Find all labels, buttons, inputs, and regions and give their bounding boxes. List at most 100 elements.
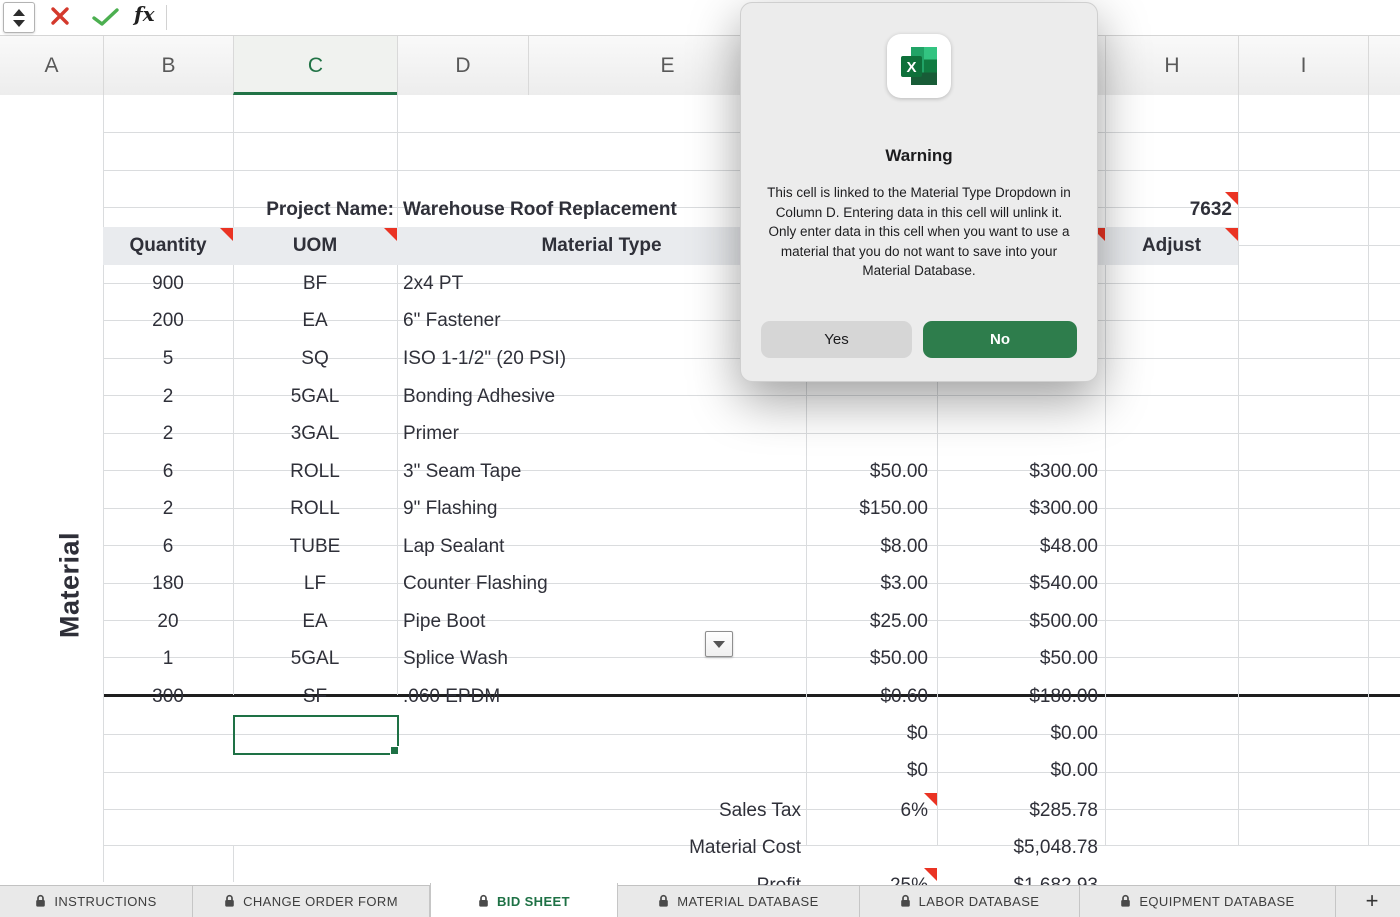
accept-entry-icon[interactable] <box>92 7 120 32</box>
qty-cell[interactable]: 5 <box>103 340 233 378</box>
tab-change-order-form[interactable]: CHANGE ORDER FORM <box>193 886 430 917</box>
unit-cost-cell[interactable]: $50.00 <box>806 453 928 491</box>
qty-cell[interactable]: 300 <box>103 678 233 716</box>
unit-cost-cell[interactable]: $25.00 <box>806 603 928 641</box>
unit-cost-cell[interactable]: $0.60 <box>806 678 928 716</box>
material-cell[interactable]: 2x4 PT <box>403 265 737 303</box>
uom-cell[interactable]: EA <box>233 603 397 641</box>
column-header-a[interactable]: A <box>0 36 103 95</box>
summary-amount[interactable]: $285.78 <box>937 792 1098 830</box>
uom-cell[interactable]: ROLL <box>233 490 397 528</box>
add-sheet-button[interactable]: + <box>1352 886 1392 917</box>
header-quantity[interactable]: Quantity <box>103 227 233 265</box>
project-name-label-cell[interactable]: Project Name: <box>233 191 394 229</box>
unit-cost-cell[interactable]: $3.00 <box>806 565 928 603</box>
qty-cell[interactable]: 20 <box>103 603 233 641</box>
unit-cost-cell[interactable]: $0 <box>806 715 928 753</box>
qty-cell[interactable]: 2 <box>103 378 233 416</box>
no-button[interactable]: No <box>923 321 1077 358</box>
qty-cell[interactable]: 180 <box>103 565 233 603</box>
unit-cost-cell[interactable]: $8.00 <box>806 528 928 566</box>
uom-cell[interactable]: LF <box>233 565 397 603</box>
total-cell[interactable]: $540.00 <box>937 565 1098 603</box>
material-cell[interactable]: Lap Sealant <box>403 528 737 566</box>
column-header-h[interactable]: H <box>1105 36 1238 95</box>
excel-icon: X <box>887 34 951 98</box>
material-cell[interactable]: ISO 1-1/2" (20 PSI) <box>403 340 737 378</box>
comment-flag-quantity <box>220 228 233 241</box>
qty-cell[interactable]: 200 <box>103 302 233 340</box>
material-cell[interactable]: 3" Seam Tape <box>403 453 737 491</box>
uom-cell[interactable]: BF <box>233 265 397 303</box>
material-cell[interactable]: Splice Wash <box>403 640 737 678</box>
total-cell[interactable]: $300.00 <box>937 490 1098 528</box>
tab-bid-sheet[interactable]: BID SHEET <box>430 883 618 917</box>
unit-cost-cell[interactable]: $0 <box>806 752 928 790</box>
tab-material-database[interactable]: MATERIAL DATABASE <box>618 886 860 917</box>
selected-cell[interactable] <box>233 715 399 755</box>
summary-pct[interactable]: 6% <box>806 792 928 830</box>
uom-cell[interactable]: SF <box>233 678 397 716</box>
stepper-down-icon[interactable] <box>13 20 25 27</box>
column-header-i[interactable]: I <box>1238 36 1368 95</box>
header-uom[interactable]: UOM <box>233 227 397 265</box>
uom-cell[interactable]: 3GAL <box>233 415 397 453</box>
unit-cost-cell[interactable]: $150.00 <box>806 490 928 528</box>
bid-number-cell[interactable]: 7632 <box>1105 191 1232 229</box>
uom-cell[interactable]: ROLL <box>233 453 397 491</box>
header-adjust[interactable]: Adjust <box>1105 227 1238 265</box>
qty-cell[interactable]: 6 <box>103 528 233 566</box>
material-cell[interactable]: Primer <box>403 415 737 453</box>
qty-cell[interactable]: 900 <box>103 265 233 303</box>
comment-flag-profit <box>924 868 937 881</box>
column-header-b[interactable]: B <box>103 36 233 95</box>
name-box-stepper[interactable] <box>3 2 35 33</box>
insert-function-icon[interactable]: fx <box>134 2 155 26</box>
tab-label: INSTRUCTIONS <box>54 894 156 909</box>
qty-cell[interactable]: 1 <box>103 640 233 678</box>
total-cell[interactable]: $300.00 <box>937 453 1098 491</box>
total-cell[interactable]: $0.00 <box>937 752 1098 790</box>
cancel-entry-icon[interactable] <box>50 6 70 31</box>
qty-cell[interactable]: 6 <box>103 453 233 491</box>
qty-cell[interactable]: 2 <box>103 490 233 528</box>
unit-cost-cell[interactable]: $50.00 <box>806 640 928 678</box>
total-cell[interactable]: $50.00 <box>937 640 1098 678</box>
material-cell[interactable]: 9" Flashing <box>403 490 737 528</box>
total-cell[interactable]: $0.00 <box>937 715 1098 753</box>
tab-instructions[interactable]: INSTRUCTIONS <box>0 886 193 917</box>
total-cell[interactable]: $500.00 <box>937 603 1098 641</box>
column-header-c-selected[interactable]: C <box>233 36 397 95</box>
column-header-j[interactable] <box>1368 36 1400 95</box>
lock-icon <box>35 894 46 908</box>
svg-text:X: X <box>906 59 916 76</box>
material-cell[interactable]: Counter Flashing <box>403 565 737 603</box>
summary-amount[interactable]: $5,048.78 <box>937 829 1098 867</box>
total-cell[interactable]: $180.00 <box>937 678 1098 716</box>
uom-cell[interactable]: SQ <box>233 340 397 378</box>
material-cell[interactable]: Bonding Adhesive <box>403 378 737 416</box>
dialog-message: This cell is linked to the Material Type… <box>767 183 1071 281</box>
uom-cell[interactable]: 5GAL <box>233 640 397 678</box>
tab-labor-database[interactable]: LABOR DATABASE <box>860 886 1080 917</box>
total-cell[interactable]: $48.00 <box>937 528 1098 566</box>
material-cell[interactable]: 6" Fastener <box>403 302 737 340</box>
worksheet-grid: Project Name: Warehouse Roof Replacement… <box>0 95 1400 885</box>
section-label-material: Material <box>55 532 86 638</box>
qty-cell[interactable]: 2 <box>103 415 233 453</box>
lock-icon <box>224 894 235 908</box>
summary-label[interactable]: Material Cost <box>397 829 801 867</box>
dropdown-button[interactable] <box>705 631 733 657</box>
tab-label: BID SHEET <box>497 894 570 909</box>
uom-cell[interactable]: 5GAL <box>233 378 397 416</box>
fill-handle[interactable] <box>390 746 399 755</box>
uom-cell[interactable]: EA <box>233 302 397 340</box>
stepper-up-icon[interactable] <box>13 9 25 16</box>
yes-button[interactable]: Yes <box>761 321 912 358</box>
material-cell[interactable]: .060 EPDM <box>403 678 737 716</box>
summary-label[interactable]: Sales Tax <box>397 792 801 830</box>
tab-equipment-database[interactable]: EQUIPMENT DATABASE <box>1080 886 1336 917</box>
material-cell[interactable]: Pipe Boot <box>403 603 737 641</box>
column-header-d[interactable]: D <box>397 36 528 95</box>
uom-cell[interactable]: TUBE <box>233 528 397 566</box>
